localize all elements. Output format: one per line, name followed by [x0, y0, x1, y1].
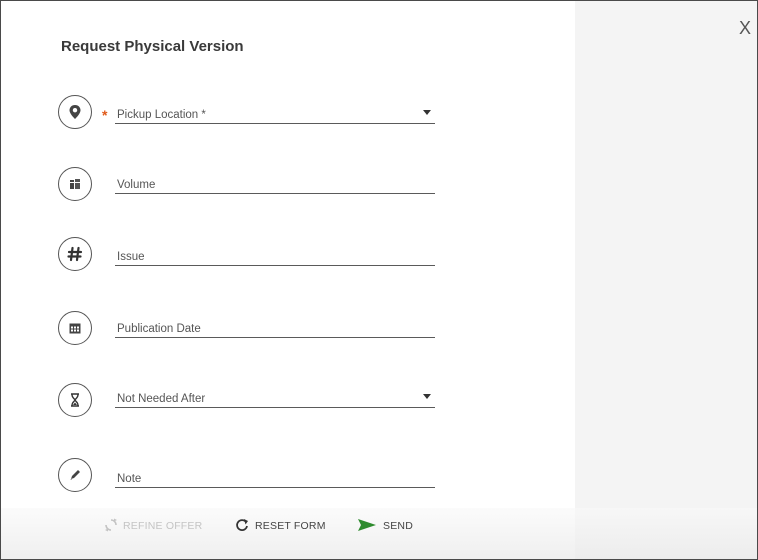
note-field[interactable]: Note: [115, 463, 435, 488]
hash-icon: [58, 237, 92, 271]
not-needed-after-select[interactable]: Not Needed After: [115, 383, 435, 408]
not-needed-after-label: Not Needed After: [117, 393, 206, 405]
volume-label: Volume: [117, 179, 156, 191]
pencil-icon: [58, 458, 92, 492]
dropdown-arrow-icon: [423, 394, 431, 399]
issue-field[interactable]: Issue: [115, 241, 435, 266]
pickup-location-select[interactable]: Pickup Location *: [115, 99, 435, 124]
refine-offer-label: REFINE OFFER: [123, 520, 203, 532]
hourglass-icon: [58, 383, 92, 417]
request-dialog: X Request Physical Version * Pickup Loca…: [0, 0, 758, 560]
side-panel-footer: [575, 508, 757, 559]
publication-date-label: Publication Date: [117, 323, 201, 335]
send-label: SEND: [383, 520, 413, 532]
side-panel: [575, 1, 757, 559]
reset-form-label: RESET FORM: [255, 520, 326, 532]
refine-offer-button[interactable]: REFINE OFFER: [105, 517, 202, 535]
reset-icon: [235, 518, 249, 535]
volume-field[interactable]: Volume: [115, 169, 435, 194]
dropdown-arrow-icon: [423, 110, 431, 115]
calendar-icon: [58, 311, 92, 345]
send-icon: [357, 518, 377, 535]
map-pin-icon: [58, 95, 92, 129]
dialog-title: Request Physical Version: [61, 38, 244, 55]
issue-label: Issue: [117, 251, 145, 263]
reset-form-button[interactable]: RESET FORM: [235, 517, 326, 535]
refresh-icon: [105, 518, 117, 535]
pickup-location-label: Pickup Location *: [117, 109, 206, 121]
books-icon: [58, 167, 92, 201]
note-label: Note: [117, 473, 142, 485]
send-button[interactable]: SEND: [357, 517, 413, 535]
required-marker: *: [102, 107, 108, 123]
publication-date-field[interactable]: Publication Date: [115, 313, 435, 338]
close-button[interactable]: X: [734, 16, 756, 40]
